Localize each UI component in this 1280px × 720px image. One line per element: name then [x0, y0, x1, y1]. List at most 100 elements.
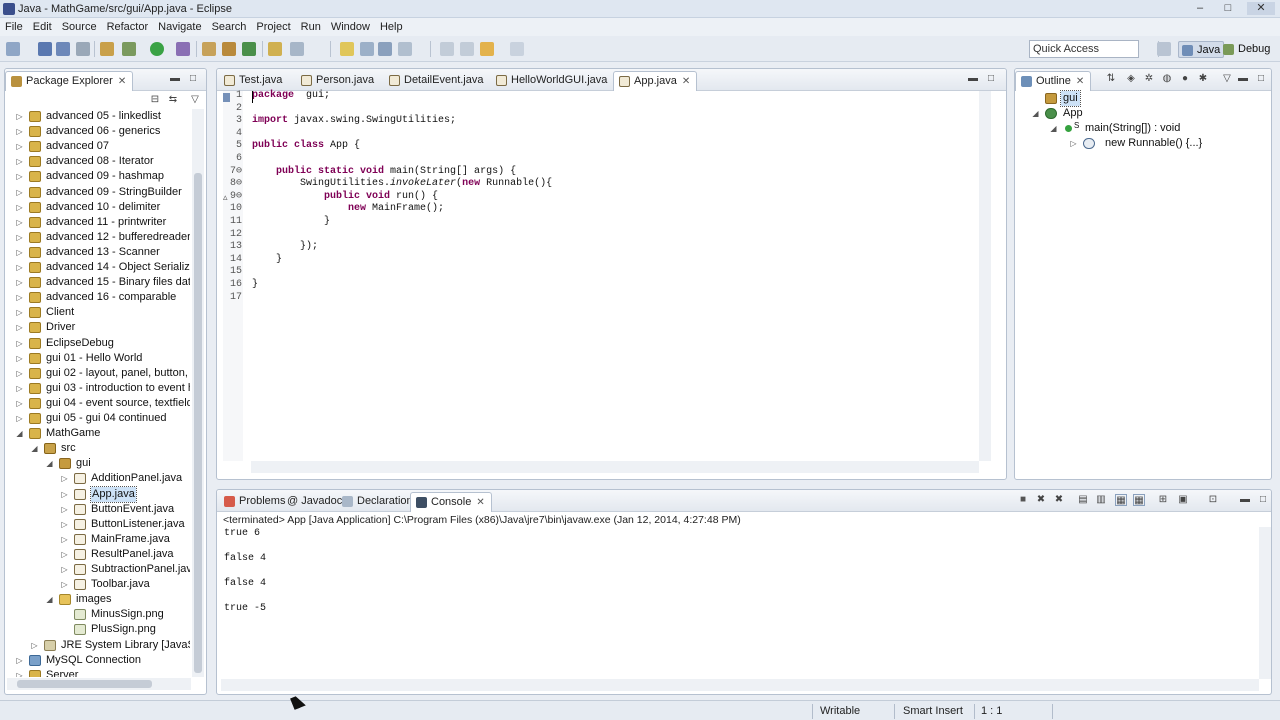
save-icon[interactable]: [38, 42, 52, 56]
console-vertical-scrollbar[interactable]: [1259, 527, 1271, 679]
remove-all-launches-icon[interactable]: ✖: [1053, 494, 1065, 506]
close-icon[interactable]: ✕: [1076, 76, 1084, 87]
new-package-icon[interactable]: [222, 42, 236, 56]
expand-arrow-icon[interactable]: ▷: [60, 487, 69, 502]
expand-arrow-icon[interactable]: ▷: [15, 351, 24, 366]
menu-file[interactable]: File: [0, 18, 28, 36]
expand-arrow-icon[interactable]: ◢: [45, 592, 54, 607]
menu-refactor[interactable]: Refactor: [102, 18, 154, 36]
menu-navigate[interactable]: Navigate: [153, 18, 206, 36]
expand-arrow-icon[interactable]: ▷: [60, 502, 69, 517]
code-line[interactable]: package gui;: [252, 90, 330, 102]
expand-arrow-icon[interactable]: ▷: [30, 638, 39, 653]
show-whitespace-icon[interactable]: [378, 42, 392, 56]
annotation-icon[interactable]: [398, 42, 412, 56]
tab-package-explorer[interactable]: Package Explorer ✕: [5, 71, 134, 91]
expand-arrow-icon[interactable]: ◢: [1031, 106, 1040, 121]
expand-arrow-icon[interactable]: ◢: [1049, 121, 1058, 136]
hide-nonpublic-icon[interactable]: ◍: [1161, 73, 1173, 85]
expand-arrow-icon[interactable]: ◢: [45, 456, 54, 471]
minimize-view-icon[interactable]: ▬: [1237, 73, 1249, 85]
new-java-project-icon[interactable]: [202, 42, 216, 56]
tab-helloworldgui-java[interactable]: HelloWorldGUI.java: [491, 71, 613, 91]
new-icon[interactable]: [6, 42, 20, 56]
previous-annotation-icon[interactable]: [460, 42, 474, 56]
override-marker-icon[interactable]: ▵: [223, 192, 228, 203]
hide-local-types-icon[interactable]: ●: [1179, 73, 1191, 85]
view-menu-icon[interactable]: ▽: [189, 94, 201, 106]
expand-arrow-icon[interactable]: ▷: [60, 517, 69, 532]
java-perspective-button[interactable]: Java: [1178, 41, 1225, 58]
expand-arrow-icon[interactable]: ▷: [15, 230, 24, 245]
expand-arrow-icon[interactable]: ▷: [15, 290, 24, 305]
print-icon[interactable]: [76, 42, 90, 56]
expand-arrow-icon[interactable]: ▷: [15, 245, 24, 260]
maximize-editor-icon[interactable]: □: [985, 73, 997, 85]
hide-fields-icon[interactable]: ◈: [1125, 73, 1137, 85]
expand-arrow-icon[interactable]: ▷: [15, 366, 24, 381]
open-type-icon[interactable]: [100, 42, 114, 56]
expand-arrow-icon[interactable]: ▷: [15, 381, 24, 396]
back-icon[interactable]: [480, 42, 494, 56]
expand-arrow-icon[interactable]: ▷: [15, 336, 24, 351]
debug-icon[interactable]: [122, 42, 136, 56]
maximize-view-icon[interactable]: □: [1255, 73, 1267, 85]
code-line[interactable]: }: [252, 216, 330, 228]
sort-icon[interactable]: ⇅: [1105, 73, 1117, 85]
code-line[interactable]: new MainFrame();: [252, 203, 444, 215]
expand-arrow-icon[interactable]: ▷: [15, 260, 24, 275]
open-console-icon[interactable]: ⊡: [1207, 494, 1219, 506]
scroll-lock-icon[interactable]: ▥: [1095, 494, 1107, 506]
expand-arrow-icon[interactable]: ▷: [15, 200, 24, 215]
editor-horizontal-scrollbar[interactable]: [251, 461, 979, 473]
maximize-view-icon[interactable]: □: [187, 73, 199, 85]
hide-static-icon[interactable]: ✲: [1143, 73, 1155, 85]
editor-vertical-scrollbar[interactable]: [979, 91, 991, 461]
expand-arrow-icon[interactable]: ▷: [15, 109, 24, 124]
menu-run[interactable]: Run: [296, 18, 326, 36]
link-with-editor-icon[interactable]: ⇆: [167, 94, 179, 106]
close-icon[interactable]: ✕: [476, 497, 484, 508]
console-horizontal-scrollbar[interactable]: [221, 679, 1259, 691]
expand-arrow-icon[interactable]: ▷: [60, 547, 69, 562]
tab-person-java[interactable]: Person.java: [296, 71, 380, 91]
expand-arrow-icon[interactable]: ▷: [60, 577, 69, 592]
code-line[interactable]: import javax.swing.SwingUtilities;: [252, 115, 456, 127]
open-task-icon[interactable]: [268, 42, 282, 56]
code-line[interactable]: SwingUtilities.invokeLater(new Runnable(…: [252, 178, 552, 190]
search-icon[interactable]: [290, 42, 304, 56]
expand-arrow-icon[interactable]: ▷: [1069, 136, 1078, 151]
debug-perspective-button[interactable]: Debug: [1220, 41, 1273, 58]
block-selection-icon[interactable]: [360, 42, 374, 56]
expand-arrow-icon[interactable]: ▷: [15, 154, 24, 169]
minimize-view-icon[interactable]: ▬: [1239, 494, 1251, 506]
minimize-view-icon[interactable]: ▬: [169, 73, 181, 85]
tab-detailevent-java[interactable]: DetailEvent.java: [384, 71, 490, 91]
tree-horizontal-scrollbar[interactable]: [7, 678, 191, 690]
maximize-button[interactable]: □: [1219, 2, 1237, 15]
tree-scroll-thumb[interactable]: [194, 173, 202, 673]
save-all-icon[interactable]: [56, 42, 70, 56]
toggle-mark-occurrences-icon[interactable]: [340, 42, 354, 56]
link-icon[interactable]: ✱: [1197, 73, 1209, 85]
expand-arrow-icon[interactable]: ▷: [15, 139, 24, 154]
code-line[interactable]: }: [252, 254, 282, 266]
maximize-view-icon[interactable]: □: [1257, 494, 1269, 506]
minimize-button[interactable]: –: [1191, 2, 1209, 15]
expand-arrow-icon[interactable]: ▷: [15, 305, 24, 320]
view-menu-icon[interactable]: ▽: [1221, 73, 1233, 85]
expand-arrow-icon[interactable]: ▷: [15, 653, 24, 668]
expand-arrow-icon[interactable]: ▷: [15, 396, 24, 411]
expand-arrow-icon[interactable]: ▷: [15, 320, 24, 335]
expand-arrow-icon[interactable]: ▷: [15, 215, 24, 230]
show-on-stdout-icon[interactable]: ▦: [1115, 494, 1127, 506]
run-icon[interactable]: [150, 42, 164, 56]
show-on-stderr-icon[interactable]: ▦: [1133, 494, 1145, 506]
menu-search[interactable]: Search: [207, 18, 252, 36]
forward-icon[interactable]: [510, 42, 524, 56]
menu-source[interactable]: Source: [57, 18, 102, 36]
expand-arrow-icon[interactable]: ◢: [30, 441, 39, 456]
expand-arrow-icon[interactable]: ▷: [15, 185, 24, 200]
close-window-button[interactable]: ✕: [1247, 2, 1275, 15]
terminate-icon[interactable]: ■: [1017, 494, 1029, 506]
